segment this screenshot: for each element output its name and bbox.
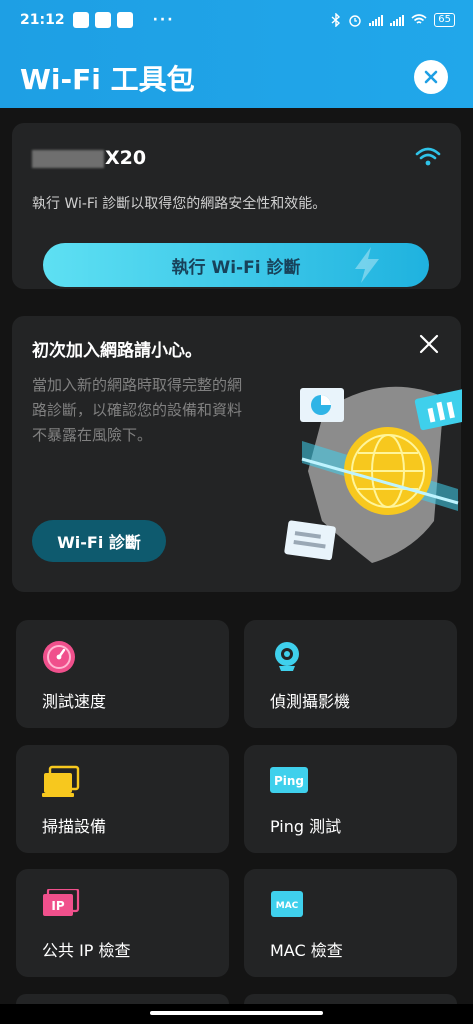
svg-text:MAC: MAC xyxy=(276,901,299,911)
detect-camera-label: 偵測攝影機 xyxy=(270,692,351,711)
webcam-icon xyxy=(275,642,299,671)
wifi-diagnosis-button[interactable]: Wi-Fi 診斷 xyxy=(32,520,166,562)
wifi-status-card: X20 執行 Wi-Fi 診斷以取得您的網路安全性和效能。 執行 Wi-Fi 診… xyxy=(12,123,461,289)
status-bar: 21:12 ··· 65 xyxy=(0,0,473,40)
line-app-icon xyxy=(72,12,89,28)
speed-test-tile[interactable]: 測試速度 xyxy=(16,620,229,728)
ping-test-tile[interactable]: Ping Ping 測試 xyxy=(244,745,457,853)
tip-description: 當加入新的網路時取得完整的網路診斷，以確認您的設備和資料不暴露在風險下。 xyxy=(32,376,243,444)
wifi-icon xyxy=(415,147,441,166)
tip-title: 初次加入網路請小心。 xyxy=(32,341,202,361)
wifi-status-icon xyxy=(411,14,427,24)
more-notifications-icon: ··· xyxy=(152,12,175,28)
ping-test-label: Ping 測試 xyxy=(270,817,342,836)
svg-text:IP: IP xyxy=(51,899,64,913)
wifi-diagnosis-label: Wi-Fi 診斷 xyxy=(57,533,141,552)
scan-devices-label: 掃描設備 xyxy=(42,817,107,836)
speedometer-icon xyxy=(43,641,75,673)
scan-devices-tile[interactable]: 掃描設備 xyxy=(16,745,229,853)
main-content: X20 執行 Wi-Fi 診斷以取得您的網路安全性和效能。 執行 Wi-Fi 診… xyxy=(0,108,473,1014)
mac-icon: MAC xyxy=(271,891,303,917)
ping-icon: Ping xyxy=(270,767,308,793)
signal-icon-1 xyxy=(369,14,384,26)
status-time: 21:12 xyxy=(20,12,65,28)
speed-test-label: 測試速度 xyxy=(42,692,107,711)
app-header: 21:12 ··· 65 Wi-Fi 工具包 xyxy=(0,0,473,108)
run-wifi-diagnosis-button[interactable]: 執行 Wi-Fi 診斷 xyxy=(43,243,429,287)
system-nav-bar xyxy=(0,1004,473,1024)
device-name-redacted xyxy=(32,150,104,168)
ip-icon: IP xyxy=(43,889,80,916)
public-ip-check-tile[interactable]: IP 公共 IP 檢查 xyxy=(16,869,229,977)
run-wifi-diagnosis-label: 執行 Wi-Fi 診斷 xyxy=(171,257,301,278)
svg-text:Ping: Ping xyxy=(274,774,304,788)
page-title: Wi-Fi 工具包 xyxy=(20,63,195,96)
lightning-icon xyxy=(355,247,379,283)
alarm-icon xyxy=(349,15,361,27)
device-name: X20 xyxy=(105,147,147,169)
shopping-bag-icon xyxy=(116,12,133,28)
devices-icon xyxy=(42,765,80,797)
mac-check-label: MAC 檢查 xyxy=(270,941,343,960)
close-icon xyxy=(424,70,438,84)
dismiss-tip-icon[interactable] xyxy=(419,334,439,354)
sigma-app-icon xyxy=(94,12,111,28)
detect-camera-tile[interactable]: 偵測攝影機 xyxy=(244,620,457,728)
wifi-card-description: 執行 Wi-Fi 診斷以取得您的網路安全性和效能。 xyxy=(32,196,327,212)
public-ip-check-label: 公共 IP 檢查 xyxy=(42,941,131,960)
security-shield-illustration xyxy=(284,386,462,563)
battery-icon: 65 xyxy=(434,13,455,27)
bluetooth-icon xyxy=(331,13,341,27)
signal-icon-2 xyxy=(390,14,405,26)
network-tip-card: 初次加入網路請小心。 當加入新的網路時取得完整的網路診斷，以確認您的設備和資料不… xyxy=(12,316,462,592)
close-button[interactable] xyxy=(414,60,448,94)
home-gesture-handle[interactable] xyxy=(150,1011,323,1015)
mac-check-tile[interactable]: MAC MAC 檢查 xyxy=(244,869,457,977)
